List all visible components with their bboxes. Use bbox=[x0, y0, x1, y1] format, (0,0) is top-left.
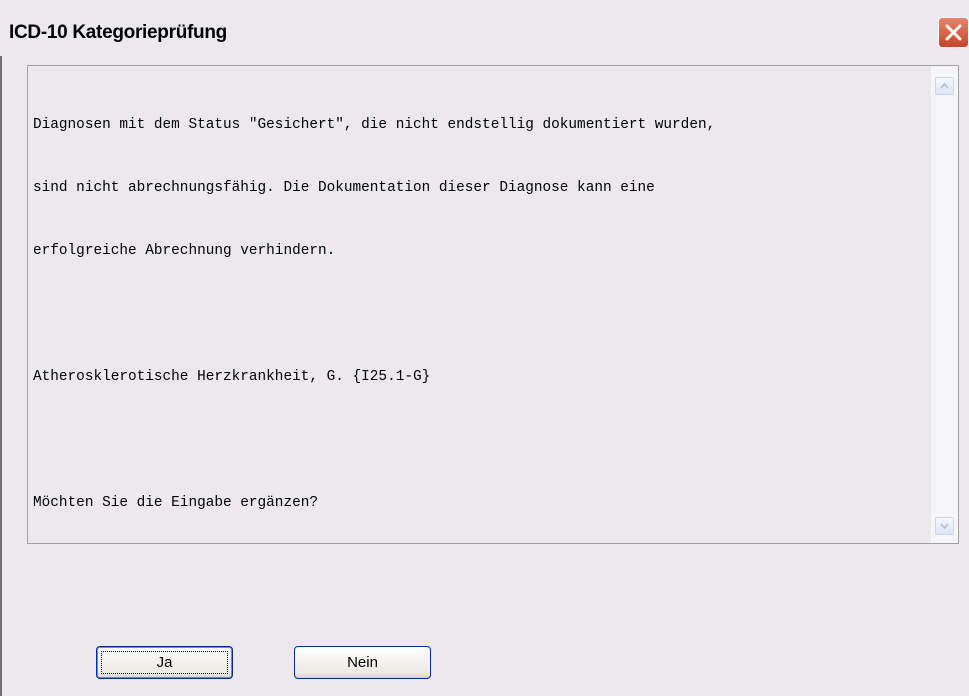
dialog-title: ICD-10 Kategorieprüfung bbox=[9, 22, 227, 43]
focus-rectangle bbox=[101, 651, 228, 674]
close-icon bbox=[945, 24, 962, 41]
question-line: Möchten Sie die Eingabe ergänzen? bbox=[33, 495, 318, 511]
scroll-down-arrow-icon bbox=[940, 523, 949, 530]
window-frame bbox=[0, 0, 2, 696]
yes-button[interactable]: Ja bbox=[96, 646, 233, 679]
message-textarea[interactable]: Diagnosen mit dem Status "Gesichert", di… bbox=[27, 65, 959, 544]
scroll-down-button[interactable] bbox=[935, 517, 954, 535]
no-button-label: Nein bbox=[347, 654, 378, 671]
message-line: sind nicht abrechnungsfähig. Die Dokumen… bbox=[33, 180, 655, 196]
message-line bbox=[33, 430, 923, 451]
dialog-window: ICD-10 Kategorieprüfung Diagnosen mit de… bbox=[0, 0, 969, 696]
title-bar[interactable]: ICD-10 Kategorieprüfung bbox=[0, 0, 969, 56]
diagnosis-line: Atherosklerotische Herzkrankheit, G. {I2… bbox=[33, 369, 431, 385]
close-button[interactable] bbox=[938, 17, 969, 48]
vertical-scrollbar[interactable] bbox=[931, 66, 958, 543]
message-line bbox=[33, 304, 923, 325]
message-line: Diagnosen mit dem Status "Gesichert", di… bbox=[33, 117, 716, 133]
message-line: erfolgreiche Abrechnung verhindern. bbox=[33, 243, 336, 259]
message-text: Diagnosen mit dem Status "Gesichert", di… bbox=[33, 73, 923, 556]
scroll-up-arrow-icon bbox=[940, 82, 949, 89]
scroll-up-button[interactable] bbox=[935, 77, 954, 95]
no-button[interactable]: Nein bbox=[294, 646, 431, 679]
